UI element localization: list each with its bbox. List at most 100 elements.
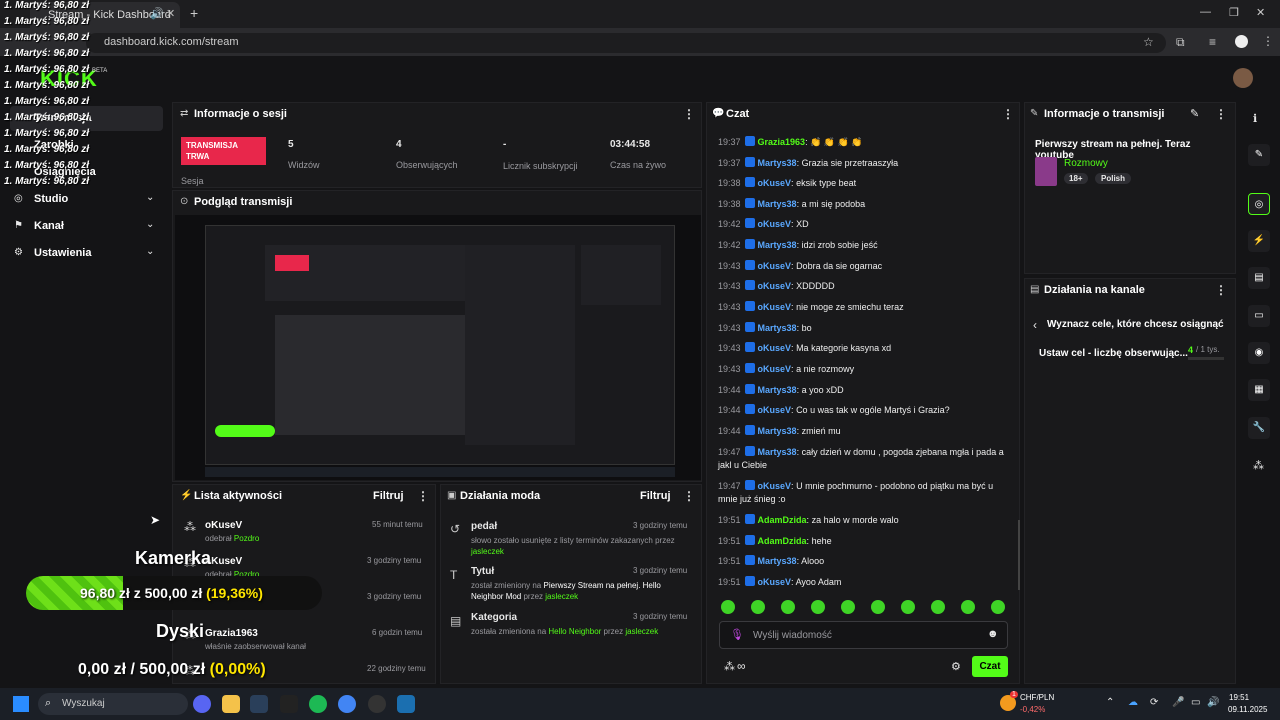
goal-label[interactable]: Ustaw cel - liczbę obserwując... bbox=[1039, 348, 1188, 359]
chat-input[interactable]: Wyślij wiadomość bbox=[753, 630, 832, 641]
chat-username[interactable]: AdamDzida bbox=[758, 515, 807, 525]
chat-scrollbar[interactable] bbox=[1018, 520, 1020, 590]
browser-menu-icon[interactable]: ⋮ bbox=[1262, 34, 1274, 48]
chat-menu-icon[interactable]: ⋮ bbox=[1002, 107, 1014, 121]
chevron-up-icon[interactable]: ⌃ bbox=[1106, 697, 1114, 708]
points-icon[interactable]: ⁂ bbox=[724, 660, 735, 673]
close-window-icon[interactable]: ✕ bbox=[1256, 6, 1265, 19]
profile-icon[interactable] bbox=[1235, 35, 1248, 48]
emote-icon[interactable] bbox=[871, 600, 885, 614]
taskbar-search-input[interactable]: Wyszukaj bbox=[62, 698, 105, 709]
steam-icon[interactable] bbox=[250, 695, 268, 713]
discord-icon[interactable] bbox=[193, 695, 211, 713]
chat-username[interactable]: Martys38 bbox=[758, 556, 797, 566]
category-link[interactable]: Rozmowy bbox=[1064, 158, 1108, 169]
chat-username[interactable]: oKuseV bbox=[758, 343, 792, 353]
clock-time[interactable]: 19:51 bbox=[1229, 693, 1249, 702]
mod-menu-icon[interactable]: ⋮ bbox=[683, 489, 695, 503]
stream-preview-video[interactable] bbox=[175, 215, 701, 480]
chat-settings-icon[interactable]: ⚙ bbox=[951, 660, 961, 673]
chat-rail-icon[interactable]: ▭ bbox=[1248, 305, 1270, 327]
wrench-rail-icon[interactable]: 🔧 bbox=[1248, 417, 1270, 439]
emoji-icon[interactable]: ☻ bbox=[987, 628, 999, 640]
lightning-rail-icon[interactable]: ⚡ bbox=[1248, 230, 1270, 252]
chat-username[interactable]: Martys38 bbox=[758, 158, 797, 168]
obs-icon[interactable] bbox=[368, 695, 386, 713]
tab-close-icon[interactable]: ✕ bbox=[166, 7, 175, 20]
sidebar-item-kanal[interactable]: Kanał bbox=[34, 220, 64, 232]
activity-user[interactable]: oKuseV bbox=[205, 520, 242, 531]
chat-username[interactable]: oKuseV bbox=[758, 261, 792, 271]
chat-username[interactable]: oKuseV bbox=[758, 481, 792, 491]
chevron-down-icon[interactable]: ⌄ bbox=[146, 219, 154, 230]
sidebar-item-ustawienia[interactable]: Ustawienia bbox=[34, 247, 91, 259]
volume-icon[interactable]: 🔊 bbox=[1207, 697, 1219, 708]
activity-menu-icon[interactable]: ⋮ bbox=[417, 489, 429, 503]
avatar[interactable] bbox=[1233, 68, 1253, 88]
back-chevron-icon[interactable]: ‹ bbox=[1033, 318, 1037, 332]
chat-username[interactable]: oKuseV bbox=[758, 577, 792, 587]
chat-username[interactable]: Martys38 bbox=[758, 385, 797, 395]
dots-rail-icon[interactable]: ⁂ bbox=[1253, 459, 1264, 472]
emote-icon[interactable] bbox=[841, 600, 855, 614]
activity-user[interactable]: Grazia1963 bbox=[205, 628, 258, 639]
chat-username[interactable]: Grazia1963 bbox=[758, 137, 806, 147]
spotify-icon[interactable] bbox=[309, 695, 327, 713]
emote-icon[interactable] bbox=[781, 600, 795, 614]
chat-username[interactable]: oKuseV bbox=[758, 302, 792, 312]
emote-icon[interactable] bbox=[901, 600, 915, 614]
chat-username[interactable]: oKuseV bbox=[758, 178, 792, 188]
info-icon[interactable]: ℹ bbox=[1253, 112, 1257, 125]
chat-username[interactable]: Martys38 bbox=[758, 240, 797, 250]
chat-username[interactable]: Martys38 bbox=[758, 426, 797, 436]
camera-rail-icon[interactable]: ◎ bbox=[1248, 193, 1270, 215]
windows-start-icon[interactable] bbox=[13, 696, 29, 712]
chat-username[interactable]: Martys38 bbox=[758, 199, 797, 209]
folder-icon[interactable] bbox=[222, 695, 240, 713]
clock-date[interactable]: 09.11.2025 bbox=[1228, 705, 1267, 714]
chevron-down-icon[interactable]: ⌄ bbox=[146, 246, 154, 257]
infinity-icon[interactable]: ∞ bbox=[737, 659, 746, 673]
emote-icon[interactable] bbox=[931, 600, 945, 614]
activity-filter-button[interactable]: Filtruj bbox=[373, 490, 404, 502]
maximize-icon[interactable]: ❐ bbox=[1229, 6, 1239, 19]
document-rail-icon[interactable]: ▤ bbox=[1248, 267, 1270, 289]
minimize-icon[interactable]: — bbox=[1200, 6, 1211, 18]
mic-icon[interactable]: 🎙 bbox=[730, 628, 744, 641]
cloud-icon[interactable]: ☁ bbox=[1128, 697, 1138, 708]
media-icon[interactable]: ≡ bbox=[1209, 35, 1216, 49]
emote-icon[interactable] bbox=[991, 600, 1005, 614]
emote-icon[interactable] bbox=[751, 600, 765, 614]
edit-rail-icon[interactable]: ✎ bbox=[1248, 144, 1270, 166]
layout-rail-icon[interactable]: ▦ bbox=[1248, 379, 1270, 401]
bookmark-star-icon[interactable]: ☆ bbox=[1143, 35, 1154, 49]
taskbar-search-box[interactable] bbox=[38, 693, 188, 715]
url-field[interactable]: dashboard.kick.com/stream bbox=[86, 33, 1166, 53]
chat-username[interactable]: Martys38 bbox=[758, 323, 797, 333]
epic-games-icon[interactable] bbox=[280, 695, 298, 713]
chat-username[interactable]: AdamDzida bbox=[758, 536, 807, 546]
chat-username[interactable]: oKuseV bbox=[758, 281, 792, 291]
sidebar-item-studio[interactable]: Studio bbox=[34, 193, 68, 205]
extensions-icon[interactable]: ⧉ bbox=[1176, 35, 1185, 50]
steam-alt-icon[interactable] bbox=[397, 695, 415, 713]
chat-username[interactable]: Martys38 bbox=[758, 447, 797, 457]
mic-tray-icon[interactable]: 🎤 bbox=[1172, 697, 1184, 708]
channel-actions-menu-icon[interactable]: ⋮ bbox=[1215, 283, 1227, 297]
broadcast-rail-icon[interactable]: ◉ bbox=[1248, 342, 1270, 364]
chat-username[interactable]: oKuseV bbox=[758, 219, 792, 229]
stream-info-menu-icon[interactable]: ⋮ bbox=[1215, 107, 1227, 121]
pencil-icon[interactable]: ✎ bbox=[1190, 107, 1199, 120]
category-thumbnail[interactable] bbox=[1035, 157, 1057, 186]
new-tab-icon[interactable]: + bbox=[190, 5, 198, 21]
chrome-icon[interactable] bbox=[338, 695, 356, 713]
chat-username[interactable]: oKuseV bbox=[758, 364, 792, 374]
mod-filter-button[interactable]: Filtruj bbox=[640, 490, 671, 502]
chevron-down-icon[interactable]: ⌄ bbox=[146, 192, 154, 203]
chat-username[interactable]: oKuseV bbox=[758, 405, 792, 415]
tab-audio-icon[interactable]: 🔊 bbox=[150, 7, 164, 20]
session-menu-icon[interactable]: ⋮ bbox=[683, 107, 695, 121]
sync-icon[interactable]: ⟳ bbox=[1150, 697, 1158, 708]
chat-send-button[interactable]: Czat bbox=[972, 656, 1008, 677]
emote-icon[interactable] bbox=[811, 600, 825, 614]
